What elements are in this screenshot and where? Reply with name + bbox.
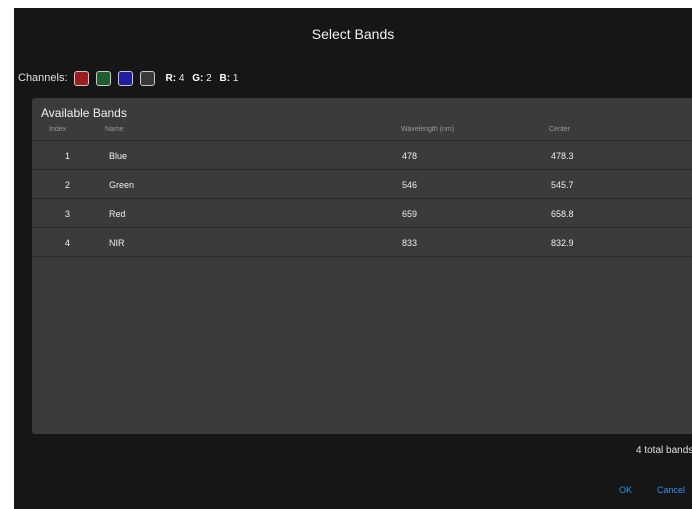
bands-table: 1 Blue 478 478.3 2 Green 546 545.7 3 Red… bbox=[32, 140, 692, 257]
available-bands-panel: Available Bands Index Name Wavelength (n… bbox=[32, 98, 692, 434]
select-bands-dialog: Select Bands Channels: R: 4 G: 2 B: 1 Av… bbox=[14, 8, 692, 509]
table-row[interactable]: 3 Red 659 658.8 bbox=[32, 198, 692, 227]
row-wavelength: 546 bbox=[402, 180, 418, 190]
channel-mapping: R: 4 G: 2 B: 1 bbox=[166, 73, 244, 84]
column-header-center[interactable]: Center bbox=[549, 126, 570, 133]
r-mapping-label: R: bbox=[165, 72, 177, 84]
cancel-button[interactable]: Cancel bbox=[657, 485, 685, 495]
row-wavelength: 833 bbox=[402, 238, 418, 248]
dialog-title: Select Bands bbox=[311, 26, 395, 42]
gray-channel-swatch[interactable] bbox=[139, 70, 155, 86]
channels-bar: Channels: R: 4 G: 2 B: 1 bbox=[18, 69, 243, 87]
table-row[interactable]: 1 Blue 478 478.3 bbox=[32, 140, 692, 169]
row-index: 2 bbox=[65, 180, 71, 190]
column-header-name[interactable]: Name bbox=[105, 126, 124, 133]
table-row[interactable]: 4 NIR 833 832.9 bbox=[32, 227, 692, 257]
row-center: 478.3 bbox=[551, 151, 574, 161]
row-wavelength: 478 bbox=[402, 151, 418, 161]
row-name: Blue bbox=[109, 151, 128, 161]
blue-channel-swatch[interactable] bbox=[117, 70, 133, 86]
row-index: 3 bbox=[65, 209, 71, 219]
row-index: 1 bbox=[65, 151, 71, 161]
r-mapping-value: 4 bbox=[178, 72, 185, 84]
row-center: 832.9 bbox=[551, 238, 574, 248]
b-mapping-value: 1 bbox=[232, 72, 239, 84]
row-name: Green bbox=[109, 180, 135, 190]
row-name: Red bbox=[109, 209, 126, 219]
row-name: NIR bbox=[109, 238, 125, 248]
ok-button[interactable]: OK bbox=[619, 485, 632, 495]
column-header-index[interactable]: Index bbox=[49, 126, 66, 133]
channels-label: Channels: bbox=[18, 72, 68, 84]
red-channel-swatch[interactable] bbox=[73, 70, 89, 86]
row-center: 658.8 bbox=[551, 209, 574, 219]
row-wavelength: 659 bbox=[402, 209, 418, 219]
row-index: 4 bbox=[65, 238, 71, 248]
green-channel-swatch[interactable] bbox=[95, 70, 111, 86]
column-header-wavelength[interactable]: Wavelength (nm) bbox=[401, 126, 454, 133]
g-mapping-value: 2 bbox=[206, 72, 212, 84]
table-row[interactable]: 2 Green 546 545.7 bbox=[32, 169, 692, 198]
g-mapping-label: G: bbox=[192, 72, 204, 84]
row-center: 545.7 bbox=[551, 180, 574, 190]
b-mapping-label: B: bbox=[219, 72, 231, 84]
panel-title: Available Bands bbox=[41, 106, 127, 120]
total-bands-count: 4 total bands bbox=[636, 445, 692, 456]
